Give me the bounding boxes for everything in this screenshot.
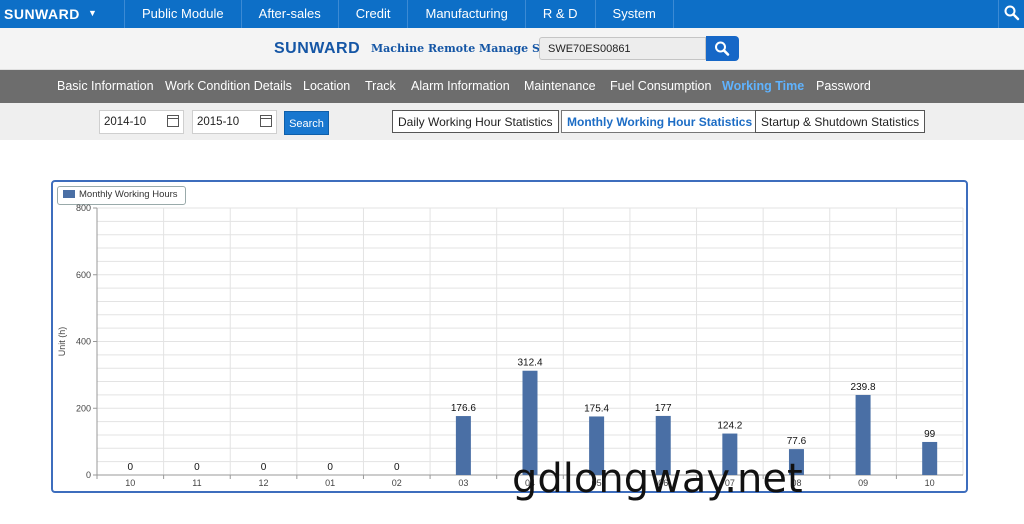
data-label-10: 77.6 bbox=[787, 436, 807, 447]
top-nav-credit[interactable]: Credit bbox=[337, 0, 408, 28]
data-label-6: 312.4 bbox=[517, 358, 542, 369]
tab-password[interactable]: Password bbox=[816, 70, 871, 103]
tab-working-time[interactable]: Working Time bbox=[722, 70, 804, 103]
search-icon bbox=[1004, 5, 1020, 21]
search-icon bbox=[715, 41, 730, 56]
tab-fuel-consumption[interactable]: Fuel Consumption bbox=[610, 70, 711, 103]
brand-dropdown-caret-icon[interactable]: ▼ bbox=[88, 8, 97, 18]
data-label-2: 0 bbox=[261, 462, 267, 473]
x-tick-label-5: 03 bbox=[458, 478, 468, 488]
data-label-1: 0 bbox=[194, 462, 200, 473]
top-navbar: SUNWARD ▼ Public Module After-sales Cred… bbox=[0, 0, 1024, 28]
top-nav-rnd[interactable]: R & D bbox=[524, 0, 595, 28]
data-label-8: 177 bbox=[655, 403, 672, 414]
monthly-working-hours-chart: Monthly Working Hours 0 200 400 600 800 Unit … bbox=[51, 180, 968, 493]
top-nav-system[interactable]: System bbox=[594, 0, 674, 28]
watermark-text: gdlongway.net bbox=[512, 456, 803, 502]
start-date-value: 2014-10 bbox=[104, 116, 147, 128]
y-tick-label: 400 bbox=[76, 337, 91, 347]
calendar-icon[interactable] bbox=[260, 115, 272, 127]
daily-working-hour-tab[interactable]: Daily Working Hour Statistics bbox=[392, 110, 559, 133]
tab-maintenance[interactable]: Maintenance bbox=[524, 70, 596, 103]
top-nav-menu: Public Module After-sales Credit Manufac… bbox=[124, 0, 674, 28]
tab-work-condition-details[interactable]: Work Condition Details bbox=[165, 70, 292, 103]
x-tick-label-1: 11 bbox=[192, 478, 201, 488]
data-label-7: 175.4 bbox=[584, 403, 609, 414]
x-tick-label-11: 09 bbox=[858, 478, 868, 488]
data-label-4: 0 bbox=[394, 462, 400, 473]
x-tick-label-0: 10 bbox=[125, 478, 135, 488]
filter-bar: 2014-10 2015-10 Search Daily Working Hou… bbox=[0, 103, 1024, 140]
machine-search-input[interactable] bbox=[539, 37, 706, 60]
end-date-field[interactable]: 2015-10 bbox=[192, 110, 277, 134]
top-nav-public-module[interactable]: Public Module bbox=[124, 0, 241, 28]
machine-search-button[interactable] bbox=[706, 36, 739, 61]
x-tick-label-12: 10 bbox=[925, 478, 935, 488]
data-label-5: 176.6 bbox=[451, 403, 476, 414]
top-search-button[interactable] bbox=[998, 0, 1024, 28]
startup-shutdown-tab[interactable]: Startup & Shutdown Statistics bbox=[755, 110, 926, 133]
x-tick-label-2: 12 bbox=[259, 478, 269, 488]
start-date-field[interactable]: 2014-10 bbox=[99, 110, 184, 134]
data-label-11: 239.8 bbox=[851, 382, 876, 393]
tab-location[interactable]: Location bbox=[303, 70, 350, 103]
x-tick-label-4: 02 bbox=[392, 478, 402, 488]
y-axis-label: Unit (h) bbox=[57, 327, 67, 357]
top-nav-manufacturing[interactable]: Manufacturing bbox=[407, 0, 524, 28]
y-tick-label: 800 bbox=[76, 203, 91, 213]
bar-11 bbox=[855, 394, 871, 475]
y-tick-label: 600 bbox=[76, 270, 91, 280]
end-date-value: 2015-10 bbox=[197, 116, 240, 128]
calendar-icon[interactable] bbox=[167, 115, 179, 127]
search-button[interactable]: Search bbox=[284, 111, 329, 135]
tab-basic-information[interactable]: Basic Information bbox=[57, 70, 154, 103]
data-label-12: 99 bbox=[924, 429, 936, 440]
data-label-3: 0 bbox=[327, 462, 333, 473]
x-tick-label-3: 01 bbox=[325, 478, 335, 488]
y-tick-label: 0 bbox=[86, 470, 91, 480]
tab-alarm-information[interactable]: Alarm Information bbox=[411, 70, 510, 103]
machine-subnav: Basic Information Work Condition Details… bbox=[0, 70, 1024, 103]
top-nav-after-sales[interactable]: After-sales bbox=[240, 0, 338, 28]
data-label-0: 0 bbox=[128, 462, 134, 473]
brand-logo[interactable]: SUNWARD bbox=[4, 6, 80, 22]
header-bar: SUNWARD Machine Remote Manage System bbox=[0, 28, 1024, 70]
tab-track[interactable]: Track bbox=[365, 70, 396, 103]
monthly-working-hour-tab[interactable]: Monthly Working Hour Statistics bbox=[561, 110, 759, 133]
data-label-9: 124.2 bbox=[717, 421, 742, 432]
y-tick-label: 200 bbox=[76, 403, 91, 413]
system-logo: SUNWARD bbox=[274, 40, 361, 57]
chart-plot: 0200400600800Unit (h)010011012001002176.… bbox=[57, 203, 964, 488]
bar-5 bbox=[455, 416, 471, 475]
bar-12 bbox=[922, 441, 938, 475]
